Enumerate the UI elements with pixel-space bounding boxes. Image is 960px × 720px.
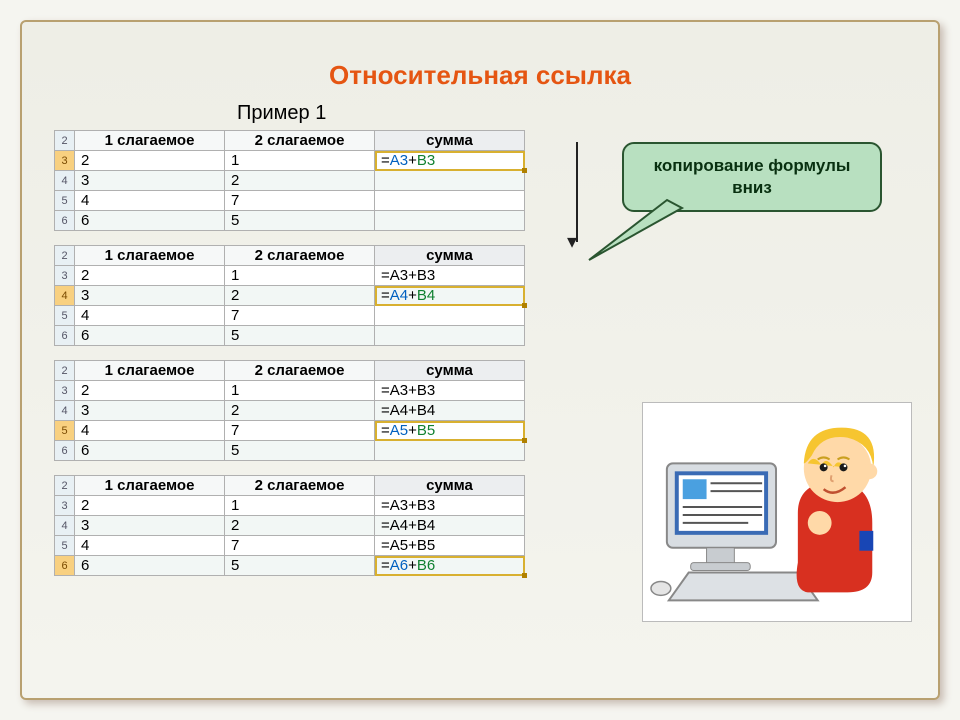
- cell: 7: [225, 536, 375, 556]
- slide-frame: Относительная ссылка Пример 1 21 слагаем…: [20, 20, 940, 700]
- cell: 7: [225, 421, 375, 441]
- formula-cell: =A5+B5: [375, 421, 525, 441]
- row-number: 5: [55, 536, 75, 556]
- row-number: 3: [55, 151, 75, 171]
- cell: 6: [75, 441, 225, 461]
- cell: 5: [225, 556, 375, 576]
- formula-cell: [375, 441, 525, 461]
- cell: 3: [75, 171, 225, 191]
- formula-cell: [375, 306, 525, 326]
- cell: 2: [75, 496, 225, 516]
- row-number: 2: [55, 476, 75, 496]
- cell: 1: [225, 151, 375, 171]
- row-number: 6: [55, 441, 75, 461]
- spreadsheet-table: 21 слагаемое2 слагаемоесумма321=A3+B3432…: [54, 245, 525, 346]
- spreadsheet-table: 21 слагаемое2 слагаемоесумма321=A3+B3432…: [54, 360, 525, 461]
- row-number: 4: [55, 401, 75, 421]
- formula-cell: =A4+B4: [375, 401, 525, 421]
- cell: 6: [75, 326, 225, 346]
- cell: 3: [75, 401, 225, 421]
- row-number: 4: [55, 516, 75, 536]
- cell: 2: [75, 266, 225, 286]
- column-header: 2 слагаемое: [225, 131, 375, 151]
- spreadsheet-table: 21 слагаемое2 слагаемоесумма321=A3+B3432…: [54, 130, 525, 231]
- cell: 4: [75, 191, 225, 211]
- row-number: 3: [55, 496, 75, 516]
- cell: 1: [225, 381, 375, 401]
- cell: 2: [225, 401, 375, 421]
- formula-cell: [375, 191, 525, 211]
- formula-cell: =A4+B4: [375, 286, 525, 306]
- column-header: 1 слагаемое: [75, 131, 225, 151]
- formula-cell: [375, 326, 525, 346]
- formula-cell: =A3+B3: [375, 381, 525, 401]
- formula-cell: [375, 171, 525, 191]
- spreadsheet-table: 21 слагаемое2 слагаемоесумма321=A3+B3432…: [54, 475, 525, 576]
- cell: 3: [75, 286, 225, 306]
- illustration: [642, 402, 912, 622]
- cell: 2: [225, 516, 375, 536]
- cell: 4: [75, 536, 225, 556]
- cell: 5: [225, 441, 375, 461]
- cell: 1: [225, 266, 375, 286]
- row-number: 4: [55, 286, 75, 306]
- column-header: 2 слагаемое: [225, 246, 375, 266]
- cell: 4: [75, 306, 225, 326]
- cell: 2: [75, 151, 225, 171]
- formula-cell: =A3+B3: [375, 496, 525, 516]
- formula-cell: =A6+B6: [375, 556, 525, 576]
- row-number: 2: [55, 246, 75, 266]
- cell: 2: [225, 171, 375, 191]
- row-number: 6: [55, 211, 75, 231]
- column-header: 2 слагаемое: [225, 361, 375, 381]
- callout-line2: вниз: [732, 178, 772, 197]
- row-number: 5: [55, 191, 75, 211]
- tables-container: 21 слагаемое2 слагаемоесумма321=A3+B3432…: [54, 130, 525, 590]
- column-header: 1 слагаемое: [75, 246, 225, 266]
- cell: 7: [225, 191, 375, 211]
- row-number: 6: [55, 326, 75, 346]
- cell: 2: [75, 381, 225, 401]
- row-number: 3: [55, 381, 75, 401]
- row-number: 4: [55, 171, 75, 191]
- row-number: 2: [55, 361, 75, 381]
- row-number: 3: [55, 266, 75, 286]
- cell: 6: [75, 556, 225, 576]
- slide-subtitle: Пример 1: [237, 102, 326, 125]
- column-header: сумма: [375, 476, 525, 496]
- slide-title: Относительная ссылка: [22, 60, 938, 91]
- column-header: 1 слагаемое: [75, 361, 225, 381]
- formula-cell: =A4+B4: [375, 516, 525, 536]
- column-header: 1 слагаемое: [75, 476, 225, 496]
- column-header: 2 слагаемое: [225, 476, 375, 496]
- cell: 4: [75, 421, 225, 441]
- cell: 3: [75, 516, 225, 536]
- cell: 7: [225, 306, 375, 326]
- formula-cell: =A5+B5: [375, 536, 525, 556]
- callout-line1: копирование формулы: [654, 156, 851, 175]
- cell: 1: [225, 496, 375, 516]
- column-header: сумма: [375, 131, 525, 151]
- down-arrow: ▾: [567, 142, 587, 262]
- cell: 5: [225, 211, 375, 231]
- cell: 5: [225, 326, 375, 346]
- cell: 2: [225, 286, 375, 306]
- column-header: сумма: [375, 246, 525, 266]
- column-header: сумма: [375, 361, 525, 381]
- formula-cell: =A3+B3: [375, 266, 525, 286]
- cell: 6: [75, 211, 225, 231]
- row-number: 5: [55, 421, 75, 441]
- row-number: 2: [55, 131, 75, 151]
- row-number: 5: [55, 306, 75, 326]
- formula-cell: =A3+B3: [375, 151, 525, 171]
- row-number: 6: [55, 556, 75, 576]
- formula-cell: [375, 211, 525, 231]
